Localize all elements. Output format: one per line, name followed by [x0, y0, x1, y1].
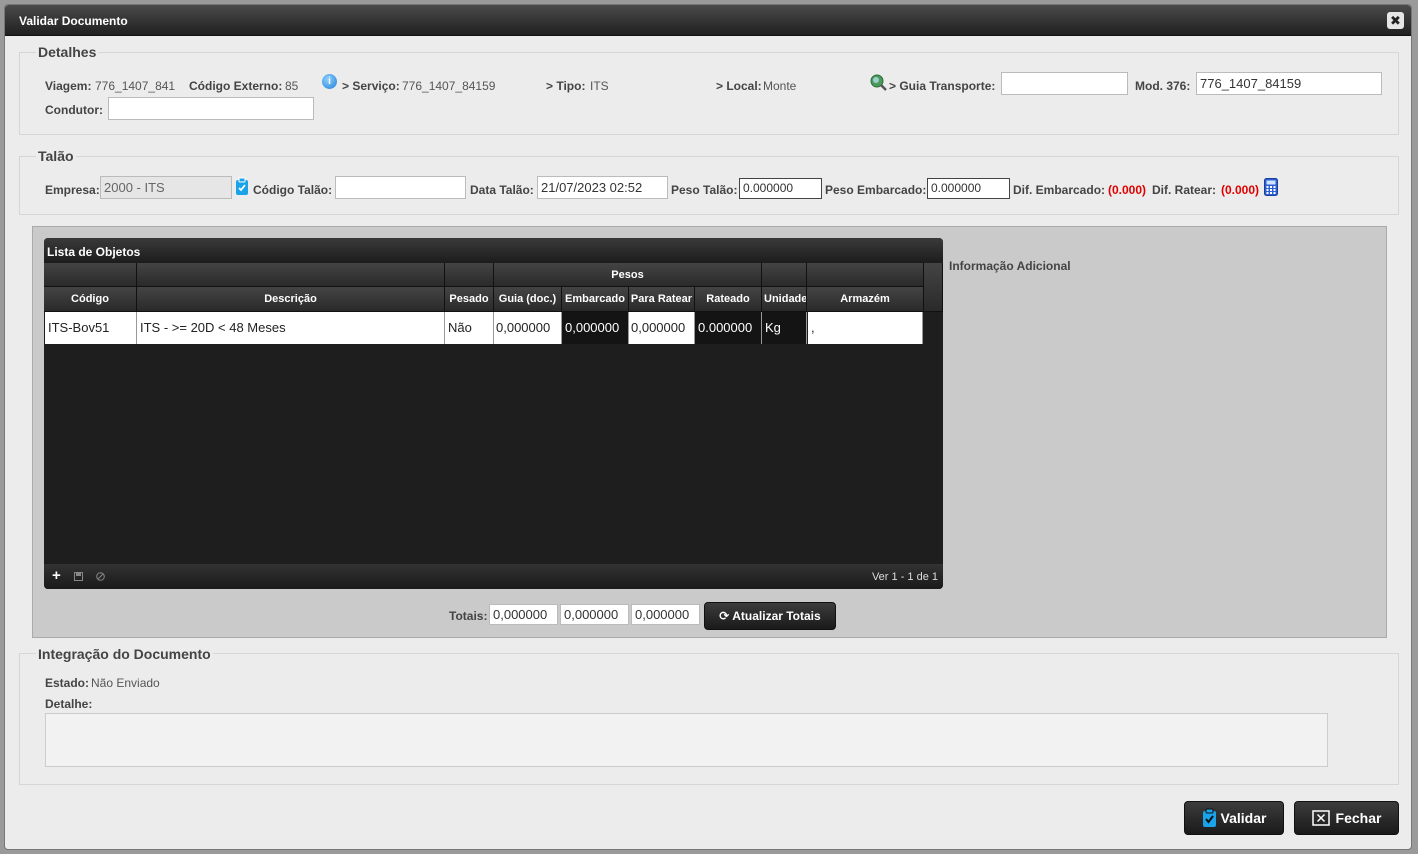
- cell-rateado[interactable]: 0.000000: [695, 312, 762, 344]
- pager-text: Ver 1 - 1 de 1: [871, 571, 938, 583]
- viagem-label: Viagem:: [45, 79, 92, 93]
- grid-footer: + Ver 1 - 1 de 1: [44, 564, 943, 589]
- col-header-rateado[interactable]: Rateado: [695, 287, 762, 312]
- pesos-group-header: Pesos: [494, 263, 762, 287]
- group-header-empty-5: [807, 263, 924, 287]
- validar-button[interactable]: Validar: [1184, 801, 1284, 835]
- info-icon[interactable]: i: [322, 74, 337, 89]
- cell-embarcado[interactable]: 0,000000: [562, 312, 629, 344]
- tipo-value: ITS: [590, 79, 609, 93]
- col-header-armazem[interactable]: Armazém: [807, 287, 924, 312]
- atualizar-totais-button[interactable]: ⟳ Atualizar Totais: [704, 602, 836, 630]
- lista-objetos-grid: Lista de Objetos Pesos Código Descrição …: [44, 238, 943, 589]
- estado-value: Não Enviado: [91, 676, 160, 690]
- cell-guia[interactable]: 0,000000: [494, 312, 562, 344]
- codigo-talao-label: Código Talão:: [253, 183, 333, 197]
- col-header-codigo[interactable]: Código: [44, 287, 137, 312]
- dif-embarcado-value: (0.000): [1108, 183, 1147, 197]
- empresa-label: Empresa:: [45, 183, 100, 197]
- local-label: > Local:: [716, 79, 762, 93]
- cell-codigo[interactable]: ITS-Bov51: [45, 312, 137, 344]
- peso-talao-input[interactable]: 0.000000: [739, 178, 822, 199]
- col-header-descricao[interactable]: Descrição: [137, 287, 445, 312]
- integracao-legend: Integração do Documento: [36, 646, 213, 662]
- group-header-empty-2: [137, 263, 445, 287]
- total-embarcado-input: 0,000000: [560, 604, 629, 625]
- cell-para-ratear[interactable]: 0,000000: [629, 312, 695, 344]
- mod376-input[interactable]: 776_1407_84159: [1196, 72, 1382, 95]
- data-talao-label: Data Talão:: [470, 183, 534, 197]
- close-icon[interactable]: ✖: [1387, 12, 1404, 29]
- disk-icon[interactable]: [74, 572, 83, 581]
- dialog-titlebar[interactable]: Validar Documento ✖: [5, 5, 1411, 36]
- refresh-icon: ⟳: [719, 609, 730, 623]
- detalhes-section: [19, 52, 1399, 135]
- servico-value: 776_1407_84159: [402, 79, 496, 93]
- empresa-input: 2000 - ITS: [100, 176, 232, 199]
- cell-armazem[interactable]: ,: [808, 312, 923, 344]
- cell-pesado[interactable]: Não: [445, 312, 494, 344]
- talao-legend: Talão: [36, 148, 76, 164]
- guia-transporte-input[interactable]: [1001, 72, 1128, 95]
- codigo-talao-input[interactable]: [335, 176, 466, 199]
- detalhe-textarea[interactable]: [45, 713, 1328, 767]
- peso-embarcado-label: Peso Embarcado:: [825, 183, 927, 197]
- data-talao-input[interactable]: 21/07/2023 02:52: [537, 176, 668, 199]
- objetos-panel: Lista de Objetos Pesos Código Descrição …: [32, 226, 1387, 638]
- search-globe-icon[interactable]: [870, 74, 887, 91]
- tipo-label: > Tipo:: [546, 79, 586, 93]
- group-header-empty-4: [762, 263, 807, 287]
- detalhes-legend: Detalhes: [36, 44, 99, 60]
- validar-documento-dialog: Validar Documento ✖ Detalhes Viagem: 776…: [4, 4, 1412, 850]
- condutor-label: Condutor:: [45, 103, 103, 117]
- plus-icon[interactable]: +: [52, 567, 61, 584]
- group-header-empty-6: [924, 263, 943, 312]
- cell-unidade[interactable]: Kg: [762, 312, 807, 344]
- clipboard-check-icon: [1202, 808, 1216, 827]
- peso-talao-label: Peso Talão:: [671, 183, 738, 197]
- col-header-guia[interactable]: Guia (doc.): [494, 287, 562, 312]
- totais-label: Totais:: [449, 609, 488, 623]
- guia-transporte-label: > Guia Transporte:: [889, 79, 996, 93]
- info-adicional-label: Informação Adicional: [949, 259, 1071, 273]
- dif-ratear-label: Dif. Ratear:: [1152, 183, 1217, 197]
- cell-descricao[interactable]: ITS - >= 20D < 48 Meses: [137, 312, 445, 344]
- estado-label: Estado:: [45, 676, 90, 690]
- servico-label: > Serviço:: [342, 79, 400, 93]
- fechar-label: Fechar: [1335, 810, 1382, 826]
- dif-ratear-value: (0.000): [1221, 183, 1260, 197]
- grid-title: Lista de Objetos: [44, 238, 943, 263]
- viagem-value: 776_1407_841: [95, 79, 176, 93]
- group-header-empty-3: [445, 263, 494, 287]
- col-header-pesado[interactable]: Pesado: [445, 287, 494, 312]
- cancel-icon[interactable]: [96, 572, 105, 581]
- codigo-externo-value: 85: [285, 79, 299, 93]
- clipboard-check-icon[interactable]: [235, 177, 249, 196]
- dialog-title: Validar Documento: [19, 14, 128, 28]
- close-box-icon: [1311, 810, 1330, 826]
- detalhe-label: Detalhe:: [45, 697, 93, 711]
- col-header-embarcado[interactable]: Embarcado: [562, 287, 629, 312]
- group-header-empty-1: [44, 263, 137, 287]
- validar-label: Validar: [1220, 810, 1267, 826]
- condutor-input[interactable]: [108, 97, 314, 120]
- local-value: Monte: [763, 79, 797, 93]
- codigo-externo-label: Código Externo:: [189, 79, 283, 93]
- dif-embarcado-label: Dif. Embarcado:: [1013, 183, 1106, 197]
- fechar-button[interactable]: Fechar: [1294, 801, 1399, 835]
- mod376-label: Mod. 376:: [1135, 79, 1191, 93]
- total-ratear-input: 0,000000: [631, 604, 700, 625]
- col-header-para-ratear[interactable]: Para Ratear: [629, 287, 695, 312]
- total-guia-input: 0,000000: [489, 604, 558, 625]
- atualizar-totais-label: Atualizar Totais: [732, 609, 821, 623]
- peso-embarcado-input[interactable]: 0.000000: [927, 178, 1010, 199]
- col-header-unidade[interactable]: Unidade: [762, 287, 807, 312]
- calculator-icon[interactable]: [1264, 178, 1278, 196]
